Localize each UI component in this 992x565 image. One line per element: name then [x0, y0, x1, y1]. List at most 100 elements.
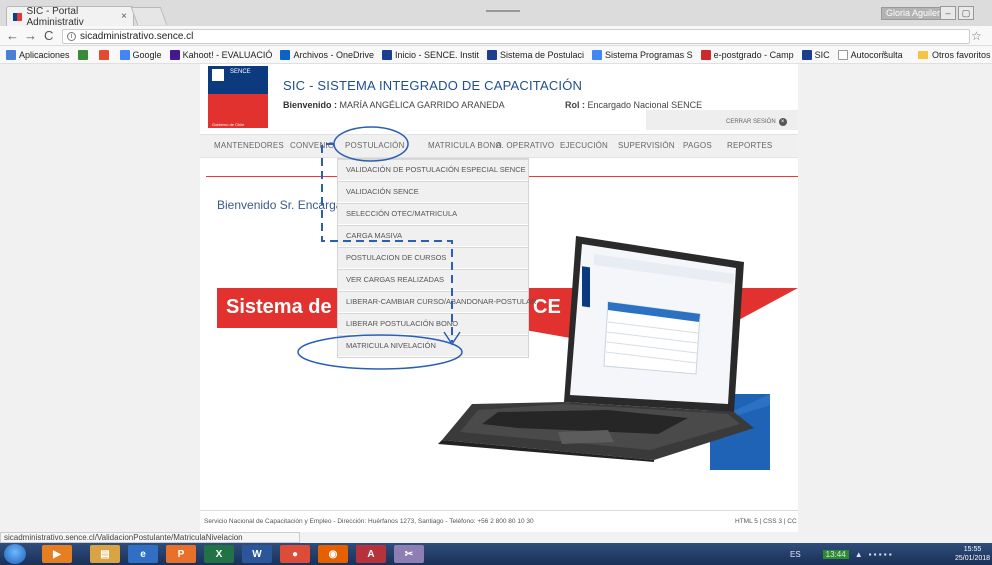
- windows-taskbar: ▶ ▤ e P X W ● ◉ A ✂ ES 13:44 ▲ ▪ ▪ ▪ ▪ ▪…: [0, 543, 992, 565]
- dropdown-item[interactable]: LIBERAR POSTULACIÓN BONO: [338, 313, 528, 335]
- bookmarks-bar: Aplicaciones Google Kahoot! - EVALUACIÓ …: [0, 46, 992, 64]
- bookmark-gmail[interactable]: [77, 49, 91, 60]
- chrome-icon[interactable]: ●: [280, 545, 310, 563]
- bookmark-sistema-programas[interactable]: Sistema Programas S: [592, 49, 693, 60]
- sence-icon: [487, 49, 497, 60]
- dropdown-item[interactable]: VALIDACIÓN SENCE: [338, 181, 528, 203]
- welcome-line: Bienvenido : MARÍA ANGÉLICA GARRIDO ARAN…: [283, 100, 505, 110]
- epostgrado-icon: [700, 49, 711, 60]
- menu-convenio[interactable]: CONVENIO: [290, 141, 334, 150]
- bookmark-star-icon[interactable]: ☆: [971, 29, 982, 43]
- dropdown-item[interactable]: VER CARGAS REALIZADAS: [338, 269, 528, 291]
- browser-tabstrip: SIC - Portal Administrativ × Gloria Agui…: [0, 0, 992, 28]
- sic-page: SENCE Gobierno de Chile SIC - SISTEMA IN…: [200, 64, 798, 532]
- role-value: Encargado Nacional SENCE: [587, 100, 703, 110]
- page-icon: [837, 49, 848, 60]
- dropdown-item[interactable]: CARGA MASIVA: [338, 225, 528, 247]
- language-indicator[interactable]: ES: [790, 550, 801, 559]
- word-icon[interactable]: W: [242, 545, 272, 563]
- powerpoint-icon[interactable]: P: [166, 545, 196, 563]
- main-menu: MANTENEDORES CONVENIO POSTULACIÓN MATRIC…: [200, 134, 798, 158]
- firefox-icon[interactable]: ◉: [318, 545, 348, 563]
- greeting-text: Bienvenido Sr. Encargado: [217, 198, 356, 212]
- other-bookmarks[interactable]: Otros favoritos: [918, 46, 991, 64]
- bookmark-sic[interactable]: SIC: [801, 49, 830, 60]
- menu-postulacion[interactable]: POSTULACIÓN: [345, 141, 405, 150]
- menu-pagos[interactable]: PAGOS: [683, 141, 712, 150]
- forward-arrow-icon[interactable]: →: [24, 29, 37, 43]
- dropdown-item[interactable]: SELECCIÓN OTEC/MATRICULA: [338, 203, 528, 225]
- reload-icon[interactable]: C: [44, 29, 53, 43]
- sence-logo: SENCE Gobierno de Chile: [208, 66, 268, 128]
- address-bar: ← → C i sicadministrativo.sence.cl ☆: [0, 26, 992, 46]
- url-text: sicadministrativo.sence.cl: [80, 31, 194, 42]
- google-icon: [119, 49, 130, 60]
- office-icon: [98, 49, 109, 60]
- window-drag-handle[interactable]: [486, 10, 520, 12]
- dropdown-item[interactable]: VALIDACIÓN DE POSTULACIÓN ESPECIAL SENCE: [338, 159, 528, 181]
- system-tray: ES 13:44 ▲ ▪ ▪ ▪ ▪ ▪: [790, 545, 892, 563]
- page-footer: Servicio Nacional de Capacitación y Empl…: [200, 510, 798, 532]
- media-player-icon[interactable]: ▶: [42, 545, 72, 563]
- google-icon: [592, 49, 603, 60]
- excel-icon[interactable]: X: [204, 545, 234, 563]
- site-info-icon[interactable]: i: [67, 32, 76, 41]
- role-line: Rol : Encargado Nacional SENCE: [565, 100, 703, 110]
- dropdown-item[interactable]: LIBERAR-CAMBIAR CURSO/ABANDONAR-POSTULAR: [338, 291, 536, 313]
- minimize-icon[interactable]: –: [940, 6, 956, 20]
- browser-tab[interactable]: SIC - Portal Administrativ ×: [6, 5, 134, 28]
- logout-button[interactable]: CERRAR SESIÓN ×: [726, 118, 787, 126]
- bookmark-sistema-postulacion[interactable]: Sistema de Postulaci: [487, 49, 584, 60]
- tab-title: SIC - Portal Administrativ: [26, 5, 84, 28]
- sence-icon: [381, 49, 392, 60]
- pdf-reader-icon[interactable]: A: [356, 545, 386, 563]
- bookmark-apps[interactable]: Aplicaciones: [6, 49, 70, 60]
- warning-icon[interactable]: ▲: [855, 550, 863, 559]
- bookmark-google[interactable]: Google: [119, 49, 162, 60]
- sence-icon: [801, 49, 812, 60]
- apps-grid-icon: [6, 49, 16, 60]
- internet-explorer-icon[interactable]: e: [128, 545, 158, 563]
- file-explorer-icon[interactable]: ▤: [90, 545, 120, 563]
- browser-viewport: SENCE Gobierno de Chile SIC - SISTEMA IN…: [0, 64, 992, 532]
- menu-matricula-bono[interactable]: MATRICULA BONO: [428, 141, 502, 150]
- menu-reportes[interactable]: REPORTES: [727, 141, 772, 150]
- tray-icons[interactable]: ▪ ▪ ▪ ▪ ▪: [869, 550, 892, 559]
- menu-a-operativo[interactable]: A. OPERATIVO: [496, 141, 554, 150]
- bookmark-sence-inicio[interactable]: Inicio - SENCE. Instit: [381, 49, 479, 60]
- back-arrow-icon[interactable]: ←: [6, 29, 19, 43]
- start-button[interactable]: [4, 544, 26, 564]
- bookmark-office[interactable]: [98, 49, 112, 60]
- dropdown-item-matricula-nivelacion[interactable]: MATRICULA NIVELACIÓN: [338, 335, 528, 357]
- menu-mantenedores[interactable]: MANTENEDORES: [214, 141, 284, 150]
- battery-indicator[interactable]: 13:44: [822, 549, 849, 559]
- snipping-tool-icon[interactable]: ✂: [394, 545, 424, 563]
- bookmark-epostgrado[interactable]: e-postgrado - Camp: [700, 49, 794, 60]
- menu-supervision[interactable]: SUPERVISIÓN: [618, 141, 675, 150]
- maximize-icon[interactable]: ▢: [958, 6, 974, 20]
- user-name: MARÍA ANGÉLICA GARRIDO ARANEDA: [339, 100, 505, 110]
- bookmarks-overflow-icon[interactable]: »: [882, 47, 887, 57]
- sence-favicon-icon: [13, 12, 22, 21]
- folder-icon: [918, 51, 928, 59]
- gmail-icon: [77, 49, 88, 60]
- footer-badges: HTML 5 | CSS 3 | CC: [735, 518, 797, 525]
- tab-close-icon[interactable]: ×: [121, 11, 127, 22]
- clock[interactable]: 15:55 25/01/2018: [955, 545, 990, 563]
- banner-title: Sistema de: [226, 296, 332, 318]
- star-icon: [212, 69, 224, 81]
- bookmark-autoconsulta[interactable]: Autoconsulta: [837, 49, 903, 60]
- url-field[interactable]: i sicadministrativo.sence.cl: [62, 29, 970, 44]
- window-controls: – ▢: [940, 6, 974, 20]
- kahoot-icon: [169, 49, 180, 60]
- dropdown-item[interactable]: POSTULACION DE CURSOS: [338, 247, 528, 269]
- system-title: SIC - SISTEMA INTEGRADO DE CAPACITACIÓN: [283, 78, 583, 93]
- status-url: sicadministrativo.sence.cl/ValidacionPos…: [0, 532, 300, 543]
- onedrive-icon: [280, 49, 291, 60]
- bookmark-onedrive[interactable]: Archivos - OneDrive: [280, 49, 374, 60]
- close-circle-icon: ×: [778, 118, 787, 126]
- bookmark-kahoot[interactable]: Kahoot! - EVALUACIÓ: [169, 49, 272, 60]
- postulacion-dropdown: VALIDACIÓN DE POSTULACIÓN ESPECIAL SENCE…: [337, 158, 536, 358]
- new-tab-button[interactable]: [130, 7, 168, 25]
- menu-ejecucion[interactable]: EJECUCIÓN: [560, 141, 608, 150]
